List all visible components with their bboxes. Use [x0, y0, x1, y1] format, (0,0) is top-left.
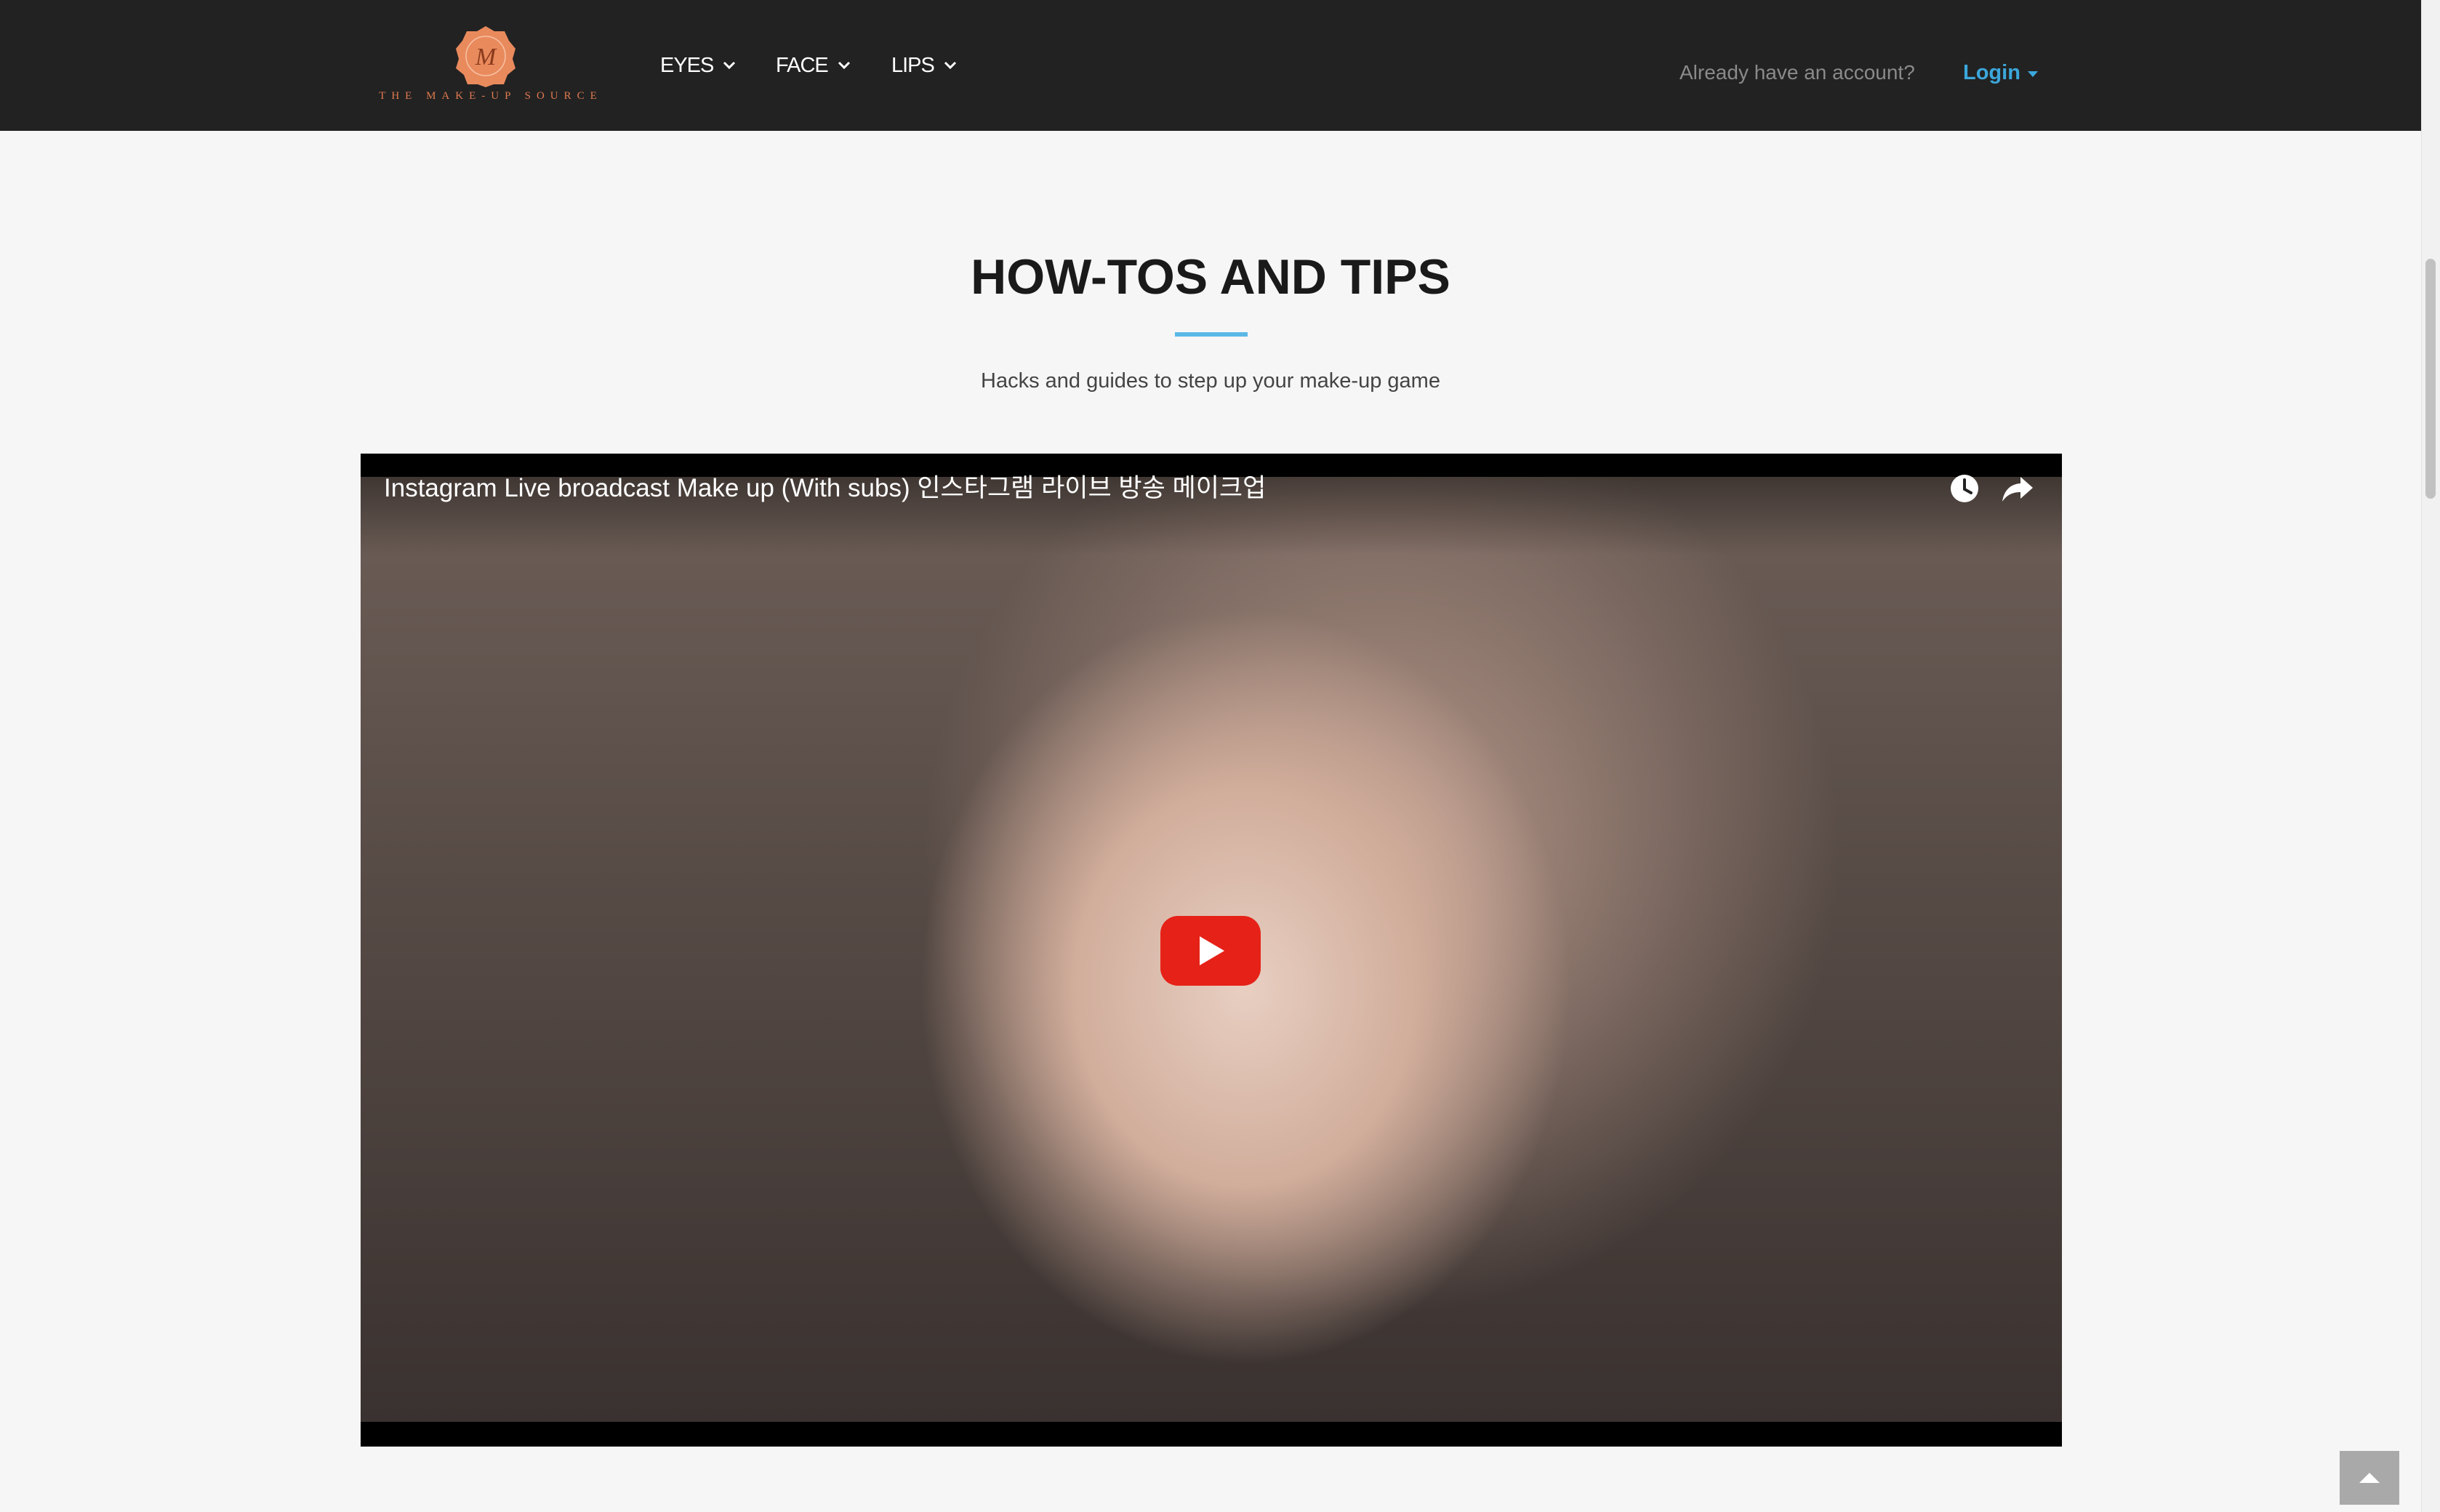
title-divider: [1175, 332, 1248, 337]
nav-item-face[interactable]: FACE: [776, 48, 851, 83]
site-logo[interactable]: M THE MAKE-UP SOURCE: [378, 22, 603, 109]
section-subtitle: Hacks and guides to step up your make-up…: [981, 369, 1440, 393]
page-scrollbar[interactable]: [2421, 0, 2440, 1512]
share-icon[interactable]: [2001, 472, 2034, 504]
caret-down-icon: [2027, 71, 2038, 77]
nav-item-label: FACE: [776, 54, 829, 77]
login-label: Login: [1963, 61, 2020, 84]
section-title: HOW-TOS AND TIPS: [971, 249, 1450, 305]
nav-item-eyes[interactable]: EYES: [660, 48, 737, 83]
watch-later-icon[interactable]: [1949, 472, 1981, 504]
logo-text: THE MAKE-UP SOURCE: [379, 90, 603, 102]
chevron-down-icon: [944, 61, 956, 70]
account-prompt: Already have an account?: [1679, 61, 1915, 84]
top-navbar: M THE MAKE-UP SOURCE EYES FACE LIPS Alre…: [0, 0, 2421, 131]
chevron-down-icon: [838, 61, 850, 70]
chevron-down-icon: [723, 61, 736, 70]
nav-item-lips[interactable]: LIPS: [891, 48, 958, 83]
logo-badge-icon: M: [456, 26, 515, 87]
play-icon[interactable]: [1160, 916, 1261, 986]
login-button[interactable]: Login: [1963, 55, 2038, 90]
scrollbar-thumb[interactable]: [2425, 259, 2436, 499]
video-title[interactable]: Instagram Live broadcast Make up (With s…: [384, 468, 1266, 509]
chevron-up-icon: [2359, 1473, 2380, 1483]
nav-item-label: LIPS: [891, 54, 935, 77]
svg-text:M: M: [475, 44, 497, 71]
nav-item-label: EYES: [660, 54, 714, 77]
back-to-top-button[interactable]: [2340, 1451, 2399, 1505]
